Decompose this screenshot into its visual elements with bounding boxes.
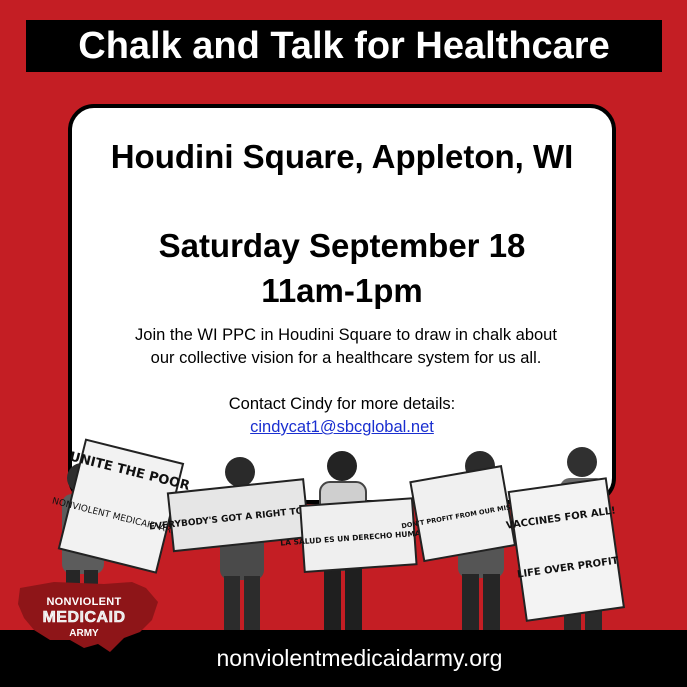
nonviolent-medicaid-army-logo: NONVIOLENT MEDICAID ARMY <box>14 574 164 664</box>
sign-vaccines-for-all: VACCINES FOR ALL! LIFE OVER PROFIT <box>505 477 626 622</box>
event-date: Saturday September 18 <box>158 227 526 264</box>
logo-line-2: MEDICAID <box>42 609 126 627</box>
event-venue: Houdini Square, Appleton, WI <box>110 138 574 175</box>
contact-text: Contact Cindy for more details: <box>228 395 456 413</box>
event-description: Join the WI PPC in Houdini Square to dra… <box>135 326 557 367</box>
logo-line-1: NONVIOLENT <box>46 596 122 608</box>
event-title: Chalk and Talk for Healthcare <box>26 20 662 72</box>
logo-line-3: ARMY <box>69 628 99 639</box>
event-time: 11am-1pm <box>261 272 423 309</box>
